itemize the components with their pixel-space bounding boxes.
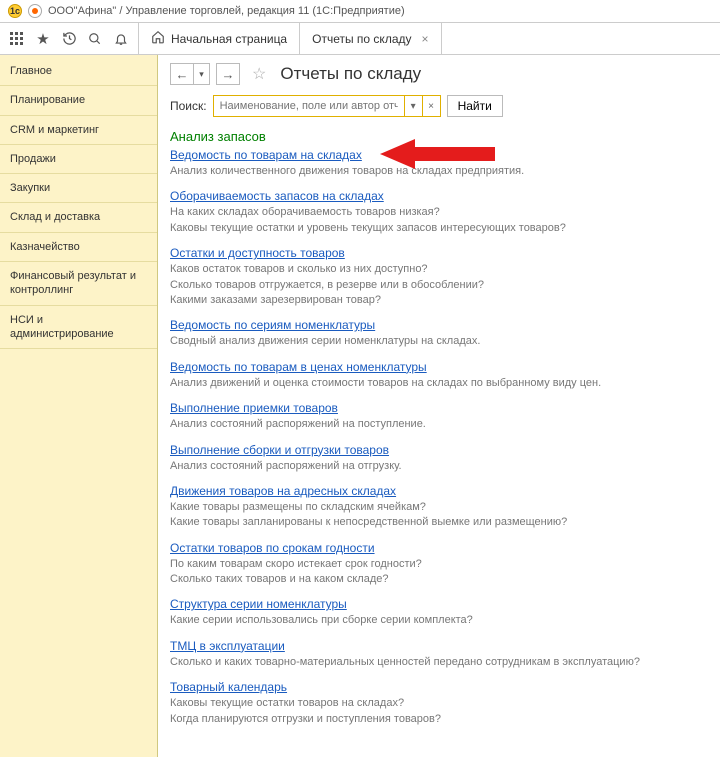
report-description: На каких складах оборачиваемость товаров… <box>170 205 710 236</box>
report-block: Структура серии номенклатуры Какие серии … <box>170 597 710 628</box>
sidebar-item-sales[interactable]: Продажи <box>0 145 157 174</box>
report-description: Сводный анализ движения серии номенклату… <box>170 334 710 349</box>
section-title: Анализ запасов <box>170 129 710 144</box>
report-link[interactable]: Ведомость по товарам на складах <box>170 148 362 162</box>
report-description: Какие товары размещены по складским ячей… <box>170 500 710 531</box>
forward-button[interactable]: → <box>216 63 240 85</box>
report-block: Ведомость по товарам на складах Анализ ко… <box>170 148 710 179</box>
sidebar-item-warehouse[interactable]: Склад и доставка <box>0 203 157 232</box>
search-input[interactable] <box>214 96 404 116</box>
window-title: ООО"Афина" / Управление торговлей, редак… <box>48 5 405 17</box>
report-link[interactable]: Выполнение приемки товаров <box>170 401 338 415</box>
search-label: Поиск: <box>170 99 207 113</box>
top-toolbar: ★ Начальная страница Отчеты по складу × <box>0 23 720 55</box>
report-link[interactable]: Остатки и доступность товаров <box>170 246 345 260</box>
report-description: Анализ количественного движения товаров … <box>170 164 710 179</box>
history-icon[interactable] <box>56 25 82 53</box>
bell-icon[interactable] <box>108 25 134 53</box>
sidebar-item-main[interactable]: Главное <box>0 57 157 86</box>
report-link[interactable]: Ведомость по сериям номенклатуры <box>170 318 375 332</box>
report-description: Анализ движений и оценка стоимости товар… <box>170 376 710 391</box>
search-box: ▾ × <box>213 95 441 117</box>
favorite-icon[interactable]: ☆ <box>252 64 266 84</box>
report-block: ТМЦ в эксплуатации Сколько и каких товарн… <box>170 639 710 670</box>
sidebar-item-finresult[interactable]: Финансовый результат и контроллинг <box>0 262 157 306</box>
report-block: Ведомость по товарам в ценах номенклатур… <box>170 360 710 391</box>
home-icon <box>151 30 165 47</box>
report-link[interactable]: Движения товаров на адресных складах <box>170 484 396 498</box>
report-block: Остатки и доступность товаров Каков остат… <box>170 246 710 308</box>
report-description: По каким товарам скоро истекает срок год… <box>170 557 710 588</box>
star-icon[interactable]: ★ <box>30 25 56 53</box>
app-1c-icon: 1c <box>8 4 22 18</box>
sidebar-item-nsi[interactable]: НСИ и администрирование <box>0 306 157 350</box>
window-titlebar: 1c ООО"Афина" / Управление торговлей, ре… <box>0 0 720 23</box>
report-description: Анализ состояний распоряжений на отгрузк… <box>170 459 710 474</box>
report-link[interactable]: Структура серии номенклатуры <box>170 597 347 611</box>
report-description: Каковы текущие остатки товаров на склада… <box>170 696 710 727</box>
page-title: Отчеты по складу <box>280 64 421 84</box>
search-clear-icon[interactable]: × <box>422 96 440 116</box>
find-button[interactable]: Найти <box>447 95 503 117</box>
report-block: Оборачиваемость запасов на складах На как… <box>170 189 710 236</box>
report-link[interactable]: Выполнение сборки и отгрузки товаров <box>170 443 389 457</box>
content-area: ← ▾ → ☆ Отчеты по складу Поиск: ▾ × Найт… <box>158 55 720 757</box>
back-button[interactable]: ← <box>170 63 194 85</box>
back-dropdown[interactable]: ▾ <box>194 63 210 85</box>
report-link[interactable]: Оборачиваемость запасов на складах <box>170 189 384 203</box>
search-dropdown-icon[interactable]: ▾ <box>404 96 422 116</box>
sidebar-item-crm[interactable]: CRM и маркетинг <box>0 116 157 145</box>
report-block: Движения товаров на адресных складах Каки… <box>170 484 710 531</box>
report-description: Каков остаток товаров и сколько из них д… <box>170 262 710 308</box>
close-icon[interactable]: × <box>422 32 429 46</box>
report-block: Ведомость по сериям номенклатуры Сводный … <box>170 318 710 349</box>
tab-reports-label: Отчеты по складу <box>312 32 411 46</box>
report-block: Выполнение приемки товаров Анализ состоян… <box>170 401 710 432</box>
search-icon[interactable] <box>82 25 108 53</box>
report-link[interactable]: Товарный календарь <box>170 680 287 694</box>
tab-home-label: Начальная страница <box>171 32 287 46</box>
sidebar-item-planning[interactable]: Планирование <box>0 86 157 115</box>
report-block: Выполнение сборки и отгрузки товаров Анал… <box>170 443 710 474</box>
sidebar: Главное Планирование CRM и маркетинг Про… <box>0 55 158 757</box>
report-block: Товарный календарь Каковы текущие остатки… <box>170 680 710 727</box>
report-description: Сколько и каких товарно-материальных цен… <box>170 655 710 670</box>
report-description: Какие серии использовались при сборке се… <box>170 613 710 628</box>
report-description: Анализ состояний распоряжений на поступл… <box>170 417 710 432</box>
report-link[interactable]: ТМЦ в эксплуатации <box>170 639 285 653</box>
report-link[interactable]: Остатки товаров по срокам годности <box>170 541 375 555</box>
apps-icon[interactable] <box>4 25 30 53</box>
tab-reports[interactable]: Отчеты по складу × <box>300 23 441 54</box>
sidebar-item-treasury[interactable]: Казначейство <box>0 233 157 262</box>
report-block: Остатки товаров по срокам годности По как… <box>170 541 710 588</box>
sidebar-item-purchasing[interactable]: Закупки <box>0 174 157 203</box>
tab-home[interactable]: Начальная страница <box>139 23 300 54</box>
toolbar-icons: ★ <box>0 23 139 54</box>
report-link[interactable]: Ведомость по товарам в ценах номенклатур… <box>170 360 427 374</box>
app-status-icon <box>28 4 42 18</box>
